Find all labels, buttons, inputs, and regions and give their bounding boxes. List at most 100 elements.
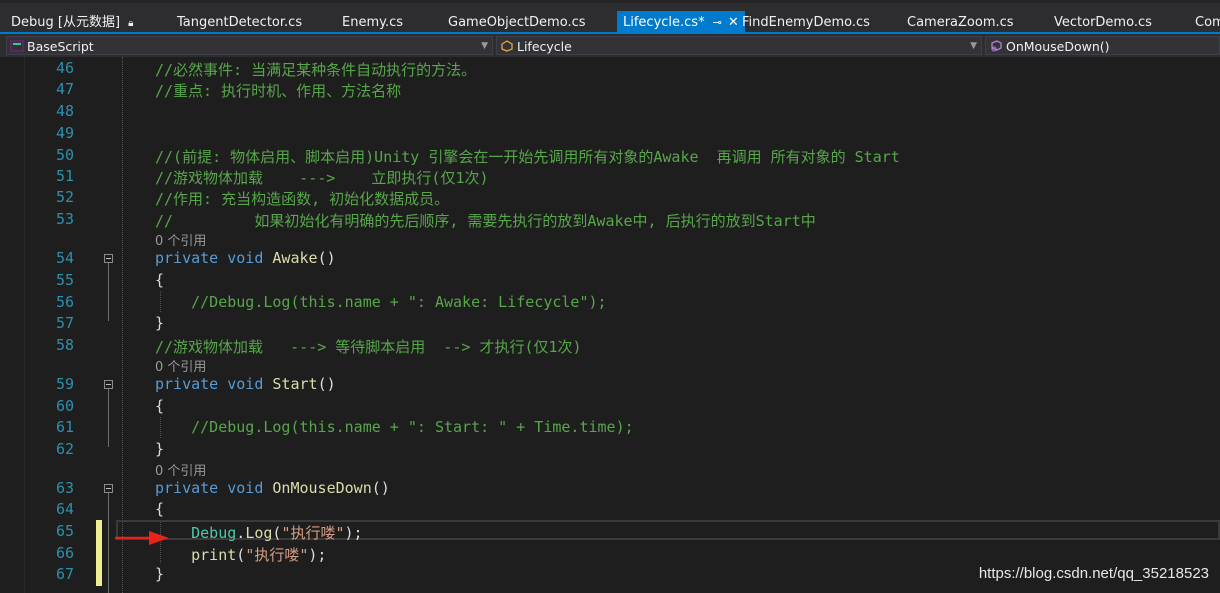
tab-gameobjectdemo[interactable]: GameObjectDemo.cs [448, 11, 586, 34]
code-line[interactable]: //重点: 执行时机、作用、方法名称 [155, 80, 401, 101]
line-number: 51 [55, 167, 74, 185]
codelens-reference-count[interactable]: 0 个引用 [155, 356, 206, 375]
code-line[interactable]: print("执行喽"); [155, 544, 326, 565]
indent-guide [122, 57, 123, 593]
project-label: BaseScript [27, 39, 94, 54]
punctuation: () [371, 479, 390, 497]
keyword: private void [155, 375, 264, 393]
code-line[interactable]: } [155, 314, 164, 332]
method-icon [991, 40, 1002, 52]
code-line[interactable]: { [155, 500, 164, 518]
line-number: 67 [55, 565, 74, 583]
code-line[interactable]: //作用: 充当构造函数, 初始化数据成员。 [155, 188, 449, 209]
code-line[interactable]: private void Awake() [155, 249, 336, 267]
collapse-toggle[interactable] [104, 380, 113, 389]
method-name: OnMouseDown [272, 479, 372, 497]
navigation-bar: BaseScript ▼ Lifecycle ▼ OnMouseDown() [0, 34, 1220, 58]
line-number: 62 [55, 440, 74, 458]
punctuation: ); [344, 524, 363, 542]
method-name: print [191, 546, 237, 564]
line-number: 49 [55, 124, 74, 142]
code-line[interactable]: //游戏物体加载 ---> 立即执行(仅1次) [155, 167, 489, 188]
class-icon [501, 40, 513, 52]
code-line[interactable]: //Debug.Log(this.name + ": Awake: Lifecy… [155, 293, 606, 311]
collapse-toggle[interactable] [104, 484, 113, 493]
code-line[interactable]: //Debug.Log(this.name + ": Start: " + Ti… [155, 418, 634, 436]
line-number: 59 [55, 375, 74, 393]
type-name: Debug [191, 524, 237, 542]
tab-vectordemo[interactable]: VectorDemo.cs [1054, 11, 1152, 34]
string-literal: "执行喽" [281, 524, 345, 542]
tab-debug[interactable]: Debug [从元数据] 🔒︎ [11, 11, 134, 34]
tab-label: GameObjectDemo.cs [448, 15, 586, 30]
line-number: 66 [55, 544, 74, 562]
tab-tangentdetector[interactable]: TangentDetector.cs [177, 11, 302, 34]
line-number: 46 [55, 59, 74, 77]
tab-camerazoom[interactable]: CameraZoom.cs [907, 11, 1014, 34]
tab-com[interactable]: Com [1195, 11, 1220, 34]
tab-label: Com [1195, 15, 1220, 30]
tab-enemy[interactable]: Enemy.cs [342, 11, 403, 34]
line-number: 47 [55, 80, 74, 98]
project-icon [10, 40, 24, 52]
red-arrow-annotation [115, 531, 169, 545]
code-line[interactable]: } [155, 440, 164, 458]
type-label: Lifecycle [517, 39, 572, 54]
tab-label: CameraZoom.cs [907, 15, 1014, 30]
collapse-toggle[interactable] [104, 254, 113, 263]
type-dropdown[interactable]: Lifecycle ▼ [496, 36, 982, 55]
line-number: 56 [55, 293, 74, 311]
tab-lifecycle[interactable]: Lifecycle.cs* ⊸ ✕ [617, 11, 745, 34]
document-tab-bar: Debug [从元数据] 🔒︎ TangentDetector.cs Enemy… [0, 0, 1220, 34]
line-number: 57 [55, 314, 74, 332]
chevron-down-icon: ▼ [481, 41, 488, 51]
code-line[interactable]: { [155, 271, 164, 289]
code-editor[interactable]: 46 47 48 49 50 51 52 53 54 55 56 57 58 5… [0, 57, 1220, 593]
line-number: 58 [55, 336, 74, 354]
code-line[interactable]: private void OnMouseDown() [155, 479, 390, 497]
close-icon[interactable]: ✕ [728, 15, 739, 30]
code-line[interactable]: // 如果初始化有明确的先后顺序, 需要先执行的放到Awake中, 后执行的放到… [155, 210, 816, 231]
tab-label: Enemy.cs [342, 15, 404, 30]
tab-bar-top-strip [0, 0, 1220, 3]
string-literal: "执行喽" [245, 546, 309, 564]
code-line[interactable]: //(前提: 物体启用、脚本启用)Unity 引擎会在一开始先调用所有对象的Aw… [155, 146, 900, 167]
method-name: Awake [272, 249, 318, 267]
code-line[interactable]: } [155, 565, 164, 583]
codelens-reference-count[interactable]: 0 个引用 [155, 460, 206, 479]
code-line[interactable]: //必然事件: 当满足某种条件自动执行的方法。 [155, 59, 476, 80]
codelens-reference-count[interactable]: 0 个引用 [155, 230, 206, 249]
keyword: private void [155, 479, 264, 497]
code-line[interactable]: Debug.Log("执行喽"); [155, 522, 363, 543]
punctuation: ); [308, 546, 327, 564]
lock-icon: 🔒︎ [128, 18, 134, 29]
member-dropdown[interactable]: OnMouseDown() [985, 36, 1220, 55]
fold-range-line [108, 493, 109, 593]
tab-findenemydemo[interactable]: FindEnemyDemo.cs [742, 11, 870, 34]
tab-label: Debug [从元数据] [11, 15, 121, 30]
tab-label: VectorDemo.cs [1054, 15, 1152, 30]
keyword: private void [155, 249, 264, 267]
chevron-down-icon: ▼ [970, 41, 977, 51]
method-name: Start [272, 375, 318, 393]
fold-range-line [108, 263, 109, 321]
line-number: 64 [55, 500, 74, 518]
pin-icon[interactable]: ⊸ [713, 16, 722, 29]
line-number: 60 [55, 397, 74, 415]
tab-label: FindEnemyDemo.cs [742, 15, 870, 30]
line-number: 54 [55, 249, 74, 267]
code-line[interactable]: //游戏物体加载 ---> 等待脚本启用 --> 才执行(仅1次) [155, 336, 582, 357]
tab-label: TangentDetector.cs [177, 15, 303, 30]
line-number: 63 [55, 479, 74, 497]
line-number: 48 [55, 102, 74, 120]
code-line[interactable]: private void Start() [155, 375, 336, 393]
line-number: 61 [55, 418, 74, 436]
line-number: 50 [55, 146, 74, 164]
fold-range-line [108, 389, 109, 447]
line-number: 53 [55, 210, 74, 228]
punctuation: () [317, 249, 336, 267]
watermark: https://blog.csdn.net/qq_35218523 [978, 565, 1209, 582]
project-dropdown[interactable]: BaseScript ▼ [6, 36, 493, 55]
code-line[interactable]: { [155, 397, 164, 415]
method-name: Log [245, 524, 273, 542]
